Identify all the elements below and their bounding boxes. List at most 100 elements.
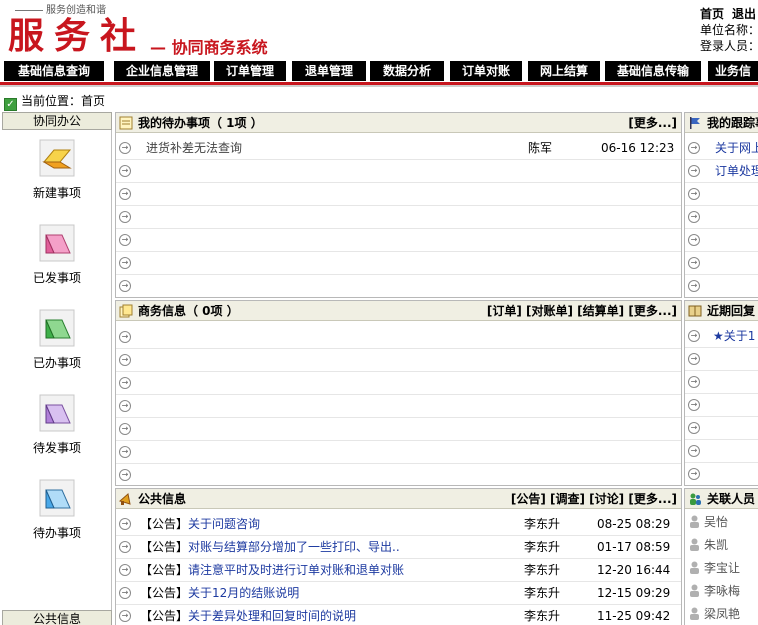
nav-item-reconcile[interactable]: 订单对账 [450, 61, 522, 81]
public-discussions-link[interactable]: [讨论] [589, 492, 624, 506]
business-settlements-link[interactable]: [结算单] [577, 304, 624, 318]
announcement-time: 12-20 16:44 [597, 563, 671, 577]
public-panel: 公共信息 [公告] [调查] [讨论] [更多...] → 【公告】关于问题咨询… [115, 488, 682, 625]
contact-item[interactable]: 梁凤艳 [689, 603, 740, 625]
announcement-title[interactable]: 对账与结算部分增加了一些打印、导出.. [188, 540, 400, 554]
arrow-circle-icon: → [688, 399, 700, 411]
table-row: → [116, 372, 681, 395]
business-orders-link[interactable]: [订单] [487, 304, 522, 318]
table-row[interactable]: → 【公告】对账与结算部分增加了一些打印、导出.. 李东升 01-17 08:5… [116, 536, 681, 559]
todo-more-link[interactable]: [更多...] [628, 116, 677, 130]
todo-panel-header: 我的待办事项（ 1项 ） [更多...] [116, 113, 681, 133]
arrow-circle-icon: → [119, 234, 131, 246]
logout-link[interactable]: 退出 [732, 7, 756, 21]
table-row[interactable]: → 【公告】关于12月的结账说明 李东升 12-15 09:29 [116, 582, 681, 605]
folder-new-icon [39, 139, 75, 177]
list-item[interactable]: → ★关于1 [685, 325, 758, 348]
announcement-time: 12-15 09:29 [597, 586, 671, 600]
announcement-title[interactable]: 关于差异处理和回复时间的说明 [188, 609, 356, 623]
arrow-circle-icon: → [119, 165, 131, 177]
header: 服务创造和谐 服务社 — 协同商务系统 首页 退出 单位名称： 登录人员： [0, 0, 758, 60]
arrow-circle-icon: → [119, 257, 131, 269]
list-item: → [685, 394, 758, 417]
contact-item[interactable]: 吴怡 [689, 511, 728, 534]
nav-item-orders[interactable]: 订单管理 [214, 61, 286, 81]
sidebar-item-pending-do[interactable]: 待办事项 [16, 478, 98, 541]
list-item: → [685, 252, 758, 275]
megaphone-icon [119, 493, 131, 505]
table-row: → [116, 441, 681, 464]
table-row[interactable]: → 【公告】关于差异处理和回复时间的说明 李东升 11-25 09:42 [116, 605, 681, 625]
contact-item[interactable]: 朱凯 [689, 534, 728, 557]
person-icon [690, 561, 699, 574]
business-more-link[interactable]: [更多...] [628, 304, 677, 318]
table-row[interactable]: → 进货补差无法查询 陈军 06-16 12:23 [116, 137, 681, 160]
public-more-link[interactable]: [更多...] [628, 492, 677, 506]
recent-item-title[interactable]: ★关于1 [713, 325, 755, 348]
sidebar-item-done[interactable]: 已办事项 [16, 308, 98, 371]
list-item: → [685, 440, 758, 463]
arrow-circle-icon: → [688, 165, 700, 177]
arrow-circle-icon: → [688, 211, 700, 223]
list-item[interactable]: → 关于网上 [685, 137, 758, 160]
arrow-circle-icon: → [688, 376, 700, 388]
public-panel-title: 公共信息 [138, 492, 187, 506]
table-row: → [116, 183, 681, 206]
page: 服务创造和谐 服务社 — 协同商务系统 首页 退出 单位名称： 登录人员： 基础信… [0, 0, 758, 625]
book-icon [688, 305, 702, 317]
nav-item-business[interactable]: 业务信 [708, 61, 758, 81]
business-panel: 商务信息（ 0项 ） [订单] [对账单] [结算单] [更多...] → → … [115, 300, 682, 486]
nav-item-enterprise[interactable]: 企业信息管理 [114, 61, 210, 81]
announcement-tag: 【公告】 [140, 609, 189, 623]
announcement-author: 李东升 [524, 517, 561, 531]
public-announcements-link[interactable]: [公告] [511, 492, 546, 506]
arrow-circle-icon: → [688, 330, 700, 342]
arrow-circle-icon: → [119, 423, 131, 435]
table-row[interactable]: → 【公告】请注意平时及时进行订单对账和退单对账 李东升 12-20 16:44 [116, 559, 681, 582]
sidebar-item-sent[interactable]: 已发事项 [16, 223, 98, 286]
sidebar-item-label: 待发事项 [32, 441, 81, 455]
announcement-time: 11-25 09:42 [597, 609, 671, 623]
business-statements-link[interactable]: [对账单] [526, 304, 573, 318]
nav-item-returns[interactable]: 退单管理 [292, 61, 366, 81]
todo-item-title[interactable]: 进货补差无法查询 [146, 137, 242, 160]
table-row: → [116, 418, 681, 441]
contact-name: 梁凤艳 [704, 607, 741, 621]
contacts-panel: 关联人员 吴怡 朱凯 李宝让 李咏梅 梁凤艳 [684, 488, 758, 625]
announcement-tag: 【公告】 [140, 586, 189, 600]
tracking-panel-title: 我的跟踪事 [707, 116, 758, 130]
arrow-circle-icon: → [119, 377, 131, 389]
sidebar-head-public[interactable]: 公共信息 [2, 610, 112, 625]
table-row: → [116, 206, 681, 229]
nav-item-analysis[interactable]: 数据分析 [370, 61, 444, 81]
recent-panel: 近期回复 → ★关于1 → → → → → → [684, 300, 758, 486]
contact-item[interactable]: 李咏梅 [689, 580, 740, 603]
tracking-item-title[interactable]: 关于网上 [715, 137, 758, 160]
contact-item[interactable]: 李宝让 [689, 557, 740, 580]
sidebar-head-office[interactable]: 协同办公 [2, 112, 112, 130]
list-item[interactable]: → 订单处理 [685, 160, 758, 183]
folder-pending-send-icon [39, 394, 75, 432]
announcement-title[interactable]: 关于12月的结账说明 [188, 586, 299, 600]
home-link[interactable]: 首页 [700, 7, 724, 21]
tracking-item-title[interactable]: 订单处理 [715, 160, 758, 183]
public-panel-header: 公共信息 [公告] [调查] [讨论] [更多...] [116, 489, 681, 509]
nav-item-basic-info[interactable]: 基础信息查询 [4, 61, 104, 81]
sidebar-item-pending-send[interactable]: 待发事项 [16, 393, 98, 456]
table-row[interactable]: → 【公告】关于问题咨询 李东升 08-25 08:29 [116, 513, 681, 536]
arrow-circle-icon: → [688, 280, 700, 292]
nav-item-settlement[interactable]: 网上结算 [528, 61, 600, 81]
sidebar-item-new[interactable]: 新建事项 [16, 138, 98, 201]
nav-item-transfer[interactable]: 基础信息传输 [605, 61, 701, 81]
public-surveys-link[interactable]: [调查] [550, 492, 585, 506]
arrow-circle-icon: → [119, 446, 131, 458]
arrow-circle-icon: → [688, 353, 700, 365]
announcement-title[interactable]: 关于问题咨询 [188, 517, 260, 531]
arrow-circle-icon: → [688, 445, 700, 457]
sidebar-item-label: 新建事项 [32, 186, 81, 200]
contact-name: 李咏梅 [704, 584, 741, 598]
sidebar-item-label: 已办事项 [32, 356, 81, 370]
arrow-circle-icon: → [688, 234, 700, 246]
table-row: → [116, 229, 681, 252]
announcement-title[interactable]: 请注意平时及时进行订单对账和退单对账 [188, 563, 404, 577]
